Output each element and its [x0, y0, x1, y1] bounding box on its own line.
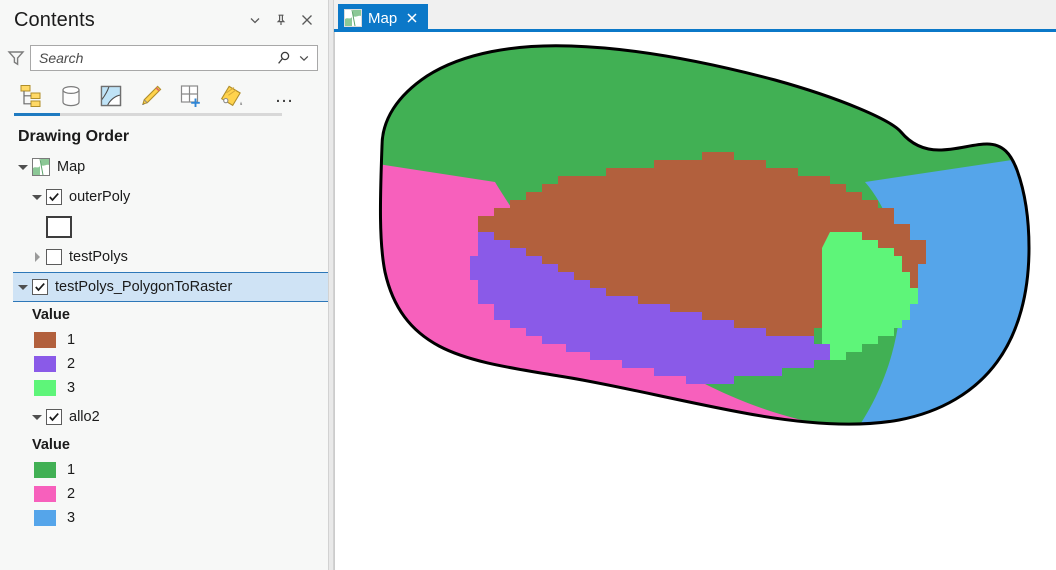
search-row	[0, 42, 328, 74]
tree-node-map[interactable]: Map	[0, 152, 328, 182]
expander-down-icon[interactable]	[14, 273, 32, 301]
tree-node-outerpoly[interactable]: outerPoly	[0, 182, 328, 212]
list-by-data-source-icon[interactable]	[54, 79, 88, 113]
map-layer-stack	[380, 45, 1030, 425]
tree-node-label: outerPoly	[69, 189, 131, 205]
legend-label: 3	[67, 380, 76, 396]
legend-row[interactable]: 1	[0, 458, 328, 482]
view-tabstrip: Map	[334, 0, 1056, 32]
list-by-editing-icon[interactable]	[134, 79, 168, 113]
layer-visibility-checkbox[interactable]	[46, 249, 62, 265]
tree-node-testpolys-polygontoraster[interactable]: testPolys_PolygonToRaster	[13, 272, 328, 302]
hollow-polygon-symbol	[46, 216, 72, 238]
legend-swatch	[34, 332, 56, 348]
symbol-row-outerpoly[interactable]	[0, 212, 328, 242]
map-canvas[interactable]	[334, 32, 1056, 570]
tab-map[interactable]: Map	[338, 4, 429, 32]
tree-node-allo2[interactable]: allo2	[0, 402, 328, 432]
legend-label: 3	[67, 510, 76, 526]
map-graphics	[378, 44, 1031, 426]
legend-swatch	[34, 380, 56, 396]
legend-swatch	[34, 486, 56, 502]
list-by-drawing-order-icon[interactable]	[14, 79, 48, 113]
list-by-snapping-icon[interactable]	[174, 79, 208, 113]
tree-node-label: testPolys	[69, 249, 128, 265]
tree-node-testpolys[interactable]: testPolys	[0, 242, 328, 272]
layer-tree: Map outerPoly testPolys testPolys_Polygo…	[0, 152, 328, 530]
legend-row[interactable]: 1	[0, 328, 328, 352]
contents-toolstrip: …	[0, 74, 328, 118]
filter-icon[interactable]	[2, 44, 30, 72]
chevron-down-icon[interactable]	[242, 7, 268, 33]
map-icon	[344, 9, 362, 27]
pin-icon[interactable]	[268, 7, 294, 33]
contents-pane: Contents Search … Drawing Order Map oute…	[0, 0, 328, 570]
tree-node-label: Map	[57, 159, 86, 175]
magnifier-icon[interactable]	[273, 47, 295, 69]
drawing-order-heading: Drawing Order	[18, 128, 130, 145]
legend-swatch	[34, 356, 56, 372]
map-view-area: Map	[334, 0, 1056, 570]
chevron-down-icon[interactable]	[295, 47, 313, 69]
legend-label: 1	[67, 332, 76, 348]
expander-down-icon[interactable]	[14, 153, 32, 181]
legend-row[interactable]: 2	[0, 352, 328, 376]
legend-label: 2	[67, 356, 76, 372]
legend-header-allo2: Value	[32, 437, 70, 453]
search-input[interactable]	[39, 50, 273, 66]
legend-row[interactable]: 3	[0, 506, 328, 530]
legend-label: 2	[67, 486, 76, 502]
close-icon[interactable]	[403, 9, 421, 27]
expander-right-icon[interactable]	[28, 243, 46, 271]
expander-down-icon[interactable]	[28, 403, 46, 431]
search-box[interactable]	[30, 45, 318, 71]
close-icon[interactable]	[294, 7, 320, 33]
layer-visibility-checkbox[interactable]	[32, 279, 48, 295]
contents-pane-header: Contents	[0, 0, 328, 40]
tree-node-label: testPolys_PolygonToRaster	[55, 279, 233, 295]
legend-header-raster: Value	[32, 307, 70, 323]
expander-down-icon[interactable]	[28, 183, 46, 211]
legend-row[interactable]: 3	[0, 376, 328, 400]
more-options-icon[interactable]: …	[268, 79, 302, 113]
layer-visibility-checkbox[interactable]	[46, 409, 62, 425]
legend-label: 1	[67, 462, 76, 478]
toolstrip-scroll-indicator[interactable]	[14, 113, 282, 116]
tree-node-label: allo2	[69, 409, 100, 425]
legend-swatch	[34, 462, 56, 478]
tab-label: Map	[368, 9, 398, 27]
list-by-labeling-icon[interactable]	[214, 79, 248, 113]
page-title: Contents	[14, 8, 95, 31]
map-icon	[32, 158, 50, 176]
arcgis-pro-window: Contents Search … Drawing Order Map oute…	[0, 0, 1056, 570]
list-by-selection-icon[interactable]	[94, 79, 128, 113]
layer-visibility-checkbox[interactable]	[46, 189, 62, 205]
legend-row[interactable]: 2	[0, 482, 328, 506]
legend-swatch	[34, 510, 56, 526]
